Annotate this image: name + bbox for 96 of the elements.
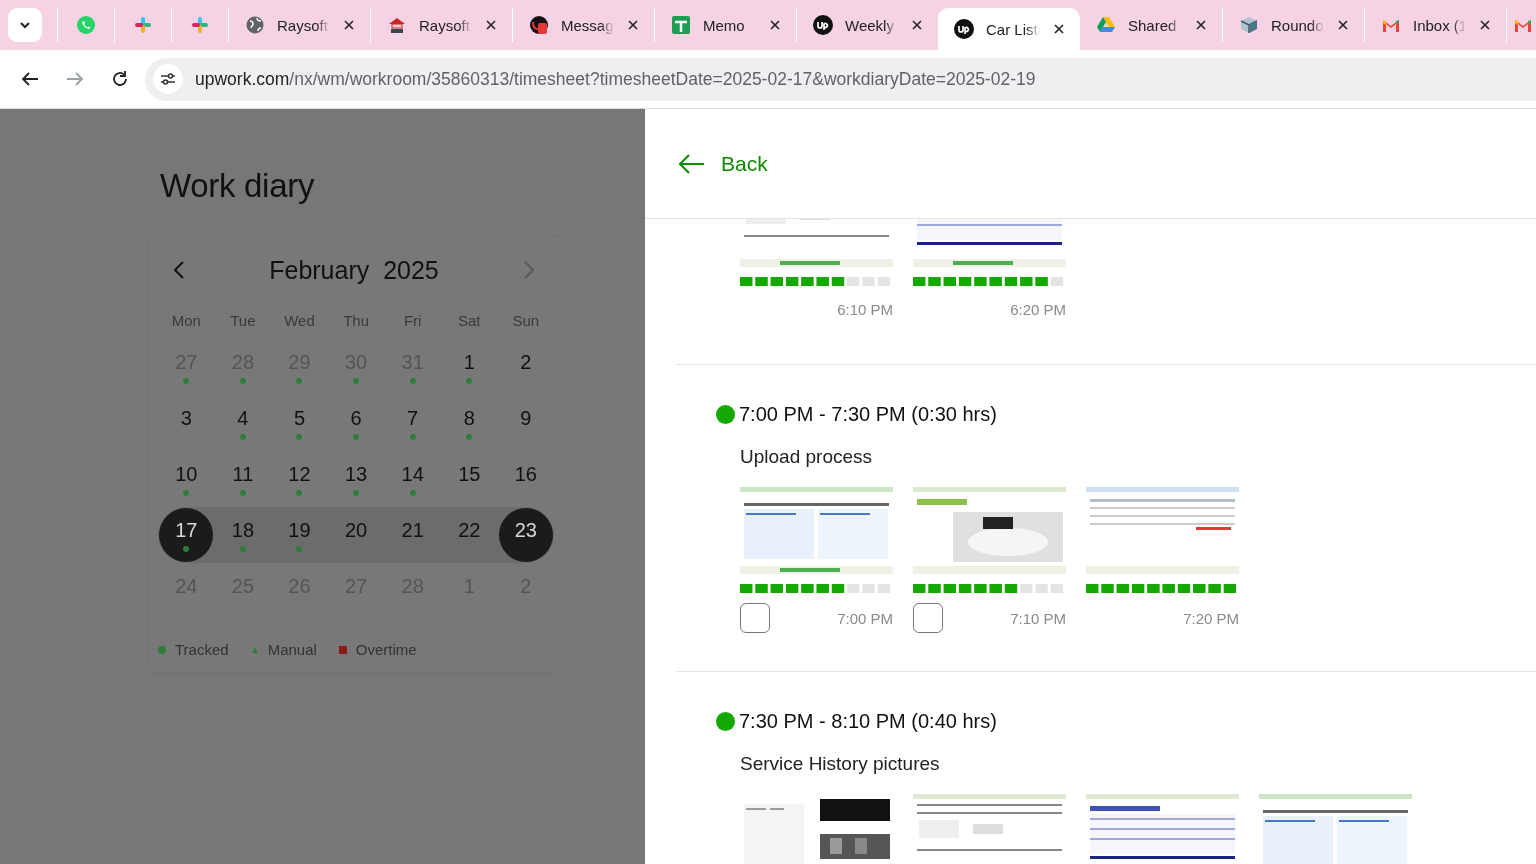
calendar-day[interactable]: 2 [498,340,553,394]
time-range-heading: 7:30 PM - 8:10 PM (0:40 hrs) [739,709,997,733]
calendar-day[interactable]: 9 [498,396,553,450]
address-field[interactable]: upwork.com/nx/wm/workroom/35860313/timesheet?timesheetDate=2025-02-17&workdiaryDate=2025-02-19 [145,57,1536,101]
tab-list-button[interactable] [8,8,42,42]
memo-text: Service History pictures [740,753,941,776]
badge-icon [529,15,549,35]
calendar-day[interactable]: 11 [215,452,270,506]
weekday-label: Tue [229,311,257,331]
screenshot-time: 7:10 PM [1010,609,1066,627]
legend-label: Manual [267,641,317,658]
close-icon[interactable] [910,18,924,32]
close-icon[interactable] [1194,18,1208,32]
browser-tab[interactable]: Messag [512,8,654,42]
site-settings-icon[interactable] [160,71,176,87]
month-label: February 2025 [269,255,439,285]
close-icon[interactable] [1478,18,1492,32]
calendar-day[interactable]: 19 [272,508,327,562]
calendar-day[interactable]: 15 [442,452,497,506]
browser-tab[interactable]: Roundo [1222,8,1364,42]
page-title: Work diary [160,167,316,205]
weekday-label: Mon [170,311,202,331]
calendar-day[interactable]: 3 [159,396,214,450]
calendar-day[interactable]: 1 [442,340,497,394]
weekday-label: Thu [342,311,370,331]
house-icon [387,15,407,35]
legend-square-icon [338,645,347,654]
calendar-day[interactable]: 17 [159,508,214,562]
calendar-day[interactable]: 12 [272,452,327,506]
logo-icon [813,15,833,35]
calendar-day[interactable]: 6 [329,396,384,450]
tab-title: Raysoft [419,16,470,34]
calendar-day[interactable]: 8 [442,396,497,450]
calendar-day[interactable]: 13 [329,452,384,506]
screenshot-checkbox[interactable] [913,603,943,633]
back-link[interactable]: Back [678,151,768,176]
browser-tab[interactable]: Weekly [796,8,938,42]
tab-title: Shared [1128,16,1177,34]
url-text: upwork.com/nx/wm/workroom/35860313/timesheet?timesheetDate=2025-02-17&workdiaryDate=2025-02-19 [195,68,1036,90]
tab-title: Car Listi [986,20,1040,38]
weekday-label: Sat [457,311,482,331]
close-icon[interactable] [1052,22,1066,36]
status-dot [716,711,735,731]
calendar-day[interactable]: 10 [159,452,214,506]
tab-title: Memo [703,16,745,34]
weekday-label: Sun [511,311,541,331]
screenshot-time: 6:10 PM [837,300,893,318]
calendar-day[interactable]: 22 [442,508,497,562]
cube-icon [1239,15,1259,35]
legend-label: Overtime [355,641,417,658]
reload-icon[interactable] [110,69,130,89]
weekday-label: Fri [402,311,423,331]
calendar-day[interactable]: 14 [385,452,440,506]
memo-text: Upload process [740,446,874,469]
browser-tab[interactable]: Memo [654,8,796,42]
screenshot-time: 6:20 PM [1010,300,1066,318]
tab-title: Weekly [845,16,894,34]
browser-tab[interactable]: Car Listi [938,8,1080,50]
legend-triangle-icon [250,645,259,654]
close-icon[interactable] [484,18,498,32]
close-icon[interactable] [626,18,640,32]
close-icon[interactable] [1336,18,1350,32]
legend-label: Tracked [175,641,229,658]
calendar-day[interactable]: 4 [215,396,270,450]
tab-title: Roundo [1271,16,1324,34]
calendar-day[interactable]: 7 [385,396,440,450]
close-icon[interactable] [342,18,356,32]
calendar-day[interactable]: 23 [498,508,553,562]
chevron-left-icon[interactable] [173,260,185,280]
tab-title: Inbox (1 [1413,16,1466,34]
pinwheel-icon [133,15,153,35]
screenshot-checkbox[interactable] [740,603,770,633]
calendar-day[interactable]: 16 [498,452,553,506]
logo-icon [954,19,974,39]
browser-tab[interactable]: Raysoft [228,8,370,42]
browser-tab[interactable]: Shared [1080,8,1222,42]
browser-tab[interactable]: Inbox (1 [1364,8,1506,42]
browser-tab[interactable]: Raysoft [370,8,512,42]
arrow-left-icon [678,153,705,174]
chat-bubble-icon [76,15,96,35]
status-dot [716,404,735,424]
calendar-day[interactable]: 21 [385,508,440,562]
calendar-day[interactable]: 20 [329,508,384,562]
screenshot-time: 7:20 PM [1183,609,1239,627]
close-icon[interactable] [768,18,782,32]
globe-icon [245,15,265,35]
tab-title: Messag [561,16,614,34]
time-range-heading: 7:00 PM - 7:30 PM (0:30 hrs) [739,402,997,426]
screenshot-time: 7:00 PM [837,609,893,627]
triangle-icon [1096,15,1116,35]
legend-dot-icon [158,645,166,654]
tab-title: Raysoft [277,16,328,34]
pinwheel-icon [190,15,210,35]
calendar-day[interactable]: 18 [215,508,270,562]
calendar-day[interactable]: 5 [272,396,327,450]
weekday-label: Wed [283,311,316,331]
